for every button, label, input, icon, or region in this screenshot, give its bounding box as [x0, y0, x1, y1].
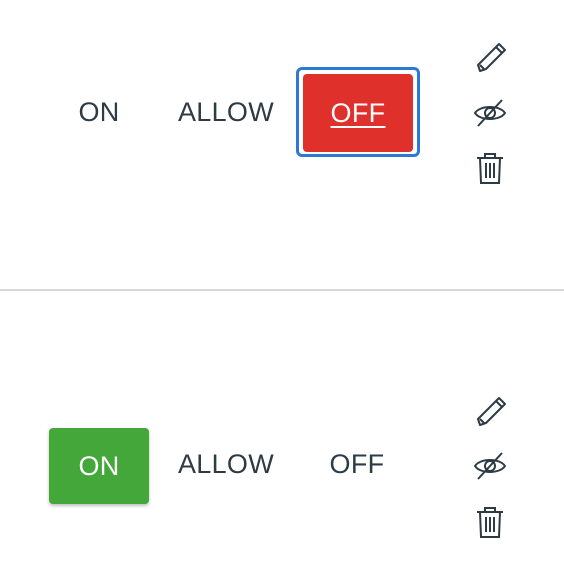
option-allow-button[interactable]: ALLOW: [166, 76, 286, 148]
option-on-button[interactable]: ON: [49, 76, 149, 148]
option-off-button[interactable]: OFF: [302, 428, 412, 500]
option-on-button-selected[interactable]: ON: [49, 428, 149, 504]
pencil-icon[interactable]: [472, 392, 508, 428]
eye-slash-icon[interactable]: [472, 448, 508, 484]
pencil-icon[interactable]: [472, 38, 508, 74]
option-off-button-selected[interactable]: OFF: [303, 74, 413, 152]
eye-slash-icon[interactable]: [472, 95, 508, 131]
trash-icon[interactable]: [472, 150, 508, 186]
trash-icon[interactable]: [472, 504, 508, 540]
option-allow-button[interactable]: ALLOW: [166, 428, 286, 500]
feature-flag-row-2: ON ALLOW OFF: [0, 290, 564, 568]
feature-flag-row-1: ON ALLOW OFF: [0, 0, 564, 289]
